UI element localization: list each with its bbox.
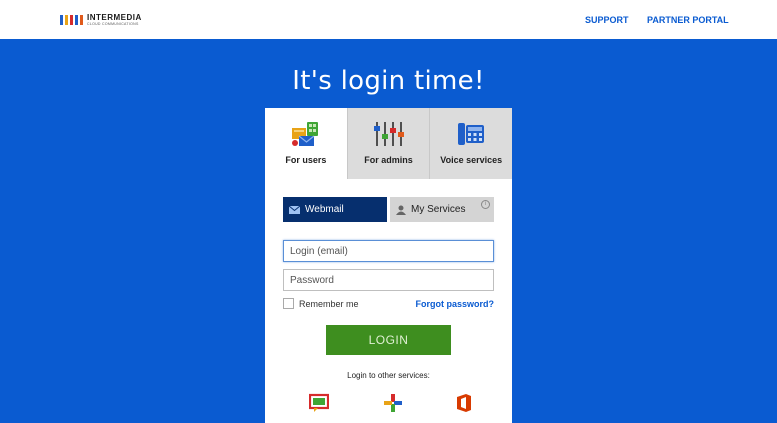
logo-tagline: CLOUD COMMUNICATIONS: [87, 22, 139, 26]
remember-me[interactable]: Remember me: [283, 298, 359, 309]
tab-label: Voice services: [440, 155, 503, 165]
tab-for-users[interactable]: For users: [265, 108, 347, 179]
forgot-password-link[interactable]: Forgot password?: [416, 299, 495, 309]
password-input[interactable]: [283, 269, 494, 291]
remember-me-checkbox[interactable]: [283, 298, 294, 309]
support-link[interactable]: SUPPORT: [585, 15, 629, 25]
webmail-label: Webmail: [305, 204, 344, 215]
logo-name: INTERMEDIA: [87, 13, 142, 22]
plus-sync-icon[interactable]: [383, 393, 403, 413]
page-title: It's login time!: [292, 66, 485, 96]
video-chat-icon[interactable]: [309, 393, 329, 413]
tab-voice-services[interactable]: Voice services: [429, 108, 513, 179]
top-bar: INTERMEDIA CLOUD COMMUNICATIONS SUPPORT …: [0, 0, 777, 39]
webmail-tab[interactable]: Webmail: [283, 197, 387, 222]
tab-label: For users: [285, 155, 327, 165]
phone-icon: [458, 123, 485, 145]
my-services-label: My Services: [411, 204, 466, 215]
my-services-tab[interactable]: My Services i: [390, 197, 494, 222]
envelope-icon: [289, 205, 300, 214]
remember-me-label: Remember me: [299, 298, 359, 309]
login-button[interactable]: LOGIN: [326, 325, 451, 355]
info-icon[interactable]: i: [481, 200, 490, 209]
partner-portal-link[interactable]: PARTNER PORTAL: [647, 15, 729, 25]
login-type-switch: Webmail My Services i: [283, 197, 494, 222]
login-tabs: For users For admins Voice services: [265, 108, 513, 179]
tab-for-admins[interactable]: For admins: [346, 108, 430, 179]
office-icon[interactable]: [454, 393, 474, 413]
login-email-input[interactable]: [283, 240, 494, 262]
user-icon: [396, 205, 406, 215]
intermedia-logo[interactable]: INTERMEDIA CLOUD COMMUNICATIONS: [60, 14, 142, 27]
login-card: For users For admins Voice services Webm…: [265, 108, 513, 423]
sliders-icon: [373, 122, 404, 146]
logo-bars-icon: [60, 15, 83, 26]
tab-label: For admins: [364, 155, 413, 165]
other-services-label: Login to other services:: [347, 371, 430, 380]
users-icon: [291, 122, 318, 146]
